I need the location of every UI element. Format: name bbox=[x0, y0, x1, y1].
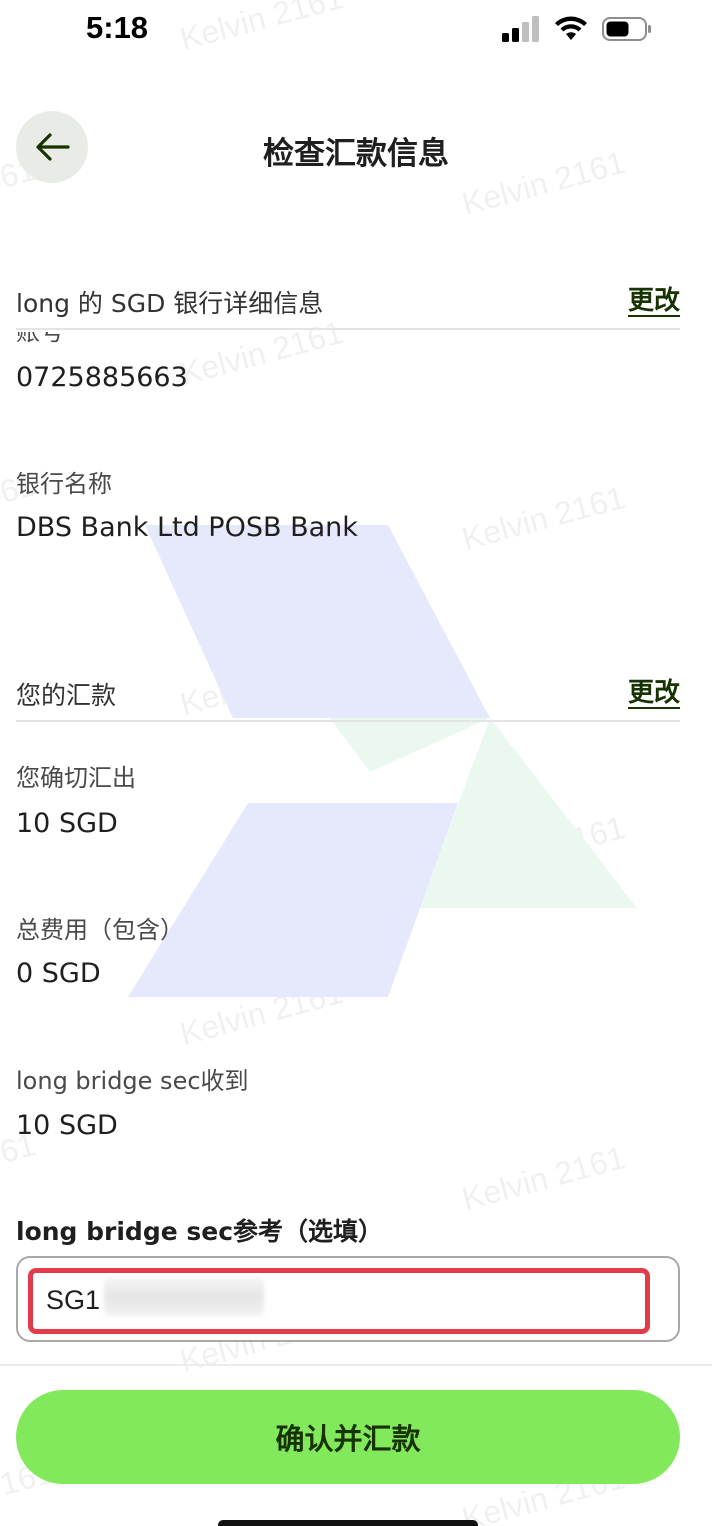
account-number-label: 账号 bbox=[16, 332, 64, 346]
bank-details-change-link[interactable]: 更改 bbox=[628, 280, 680, 317]
recipient-gets-value: 10 SGD bbox=[16, 1110, 118, 1141]
confirm-and-send-button[interactable]: 确认并汇款 bbox=[16, 1390, 680, 1484]
send-amount-value: 10 SGD bbox=[16, 808, 118, 839]
account-number-value: 0725885663 bbox=[16, 362, 188, 393]
transfer-title: 您的汇款 bbox=[16, 681, 117, 710]
account-number-label-clip: 账号 bbox=[16, 332, 216, 346]
reference-redaction bbox=[104, 1278, 264, 1316]
bank-details-header: long 的 SGD 银行详细信息 更改 bbox=[16, 280, 680, 330]
total-fee-value: 0 SGD bbox=[16, 958, 101, 989]
bank-name-value: DBS Bank Ltd POSB Bank bbox=[16, 512, 358, 543]
reference-label: long bridge sec参考（选填） bbox=[16, 1217, 384, 1246]
send-amount-label: 您确切汇出 bbox=[16, 764, 136, 792]
total-fee-label: 总费用（包含） bbox=[16, 916, 184, 944]
footer-divider bbox=[0, 1364, 712, 1366]
bank-details-title: long 的 SGD 银行详细信息 bbox=[16, 289, 324, 318]
home-indicator bbox=[218, 1520, 478, 1526]
transfer-change-link[interactable]: 更改 bbox=[628, 672, 680, 709]
review-content: long 的 SGD 银行详细信息 更改 账号 0725885663 银行名称 … bbox=[0, 0, 712, 1526]
recipient-gets-label: long bridge sec收到 bbox=[16, 1067, 249, 1095]
reference-field[interactable] bbox=[16, 1256, 680, 1342]
bank-name-label: 银行名称 bbox=[16, 470, 112, 498]
transfer-header: 您的汇款 更改 bbox=[16, 672, 680, 722]
